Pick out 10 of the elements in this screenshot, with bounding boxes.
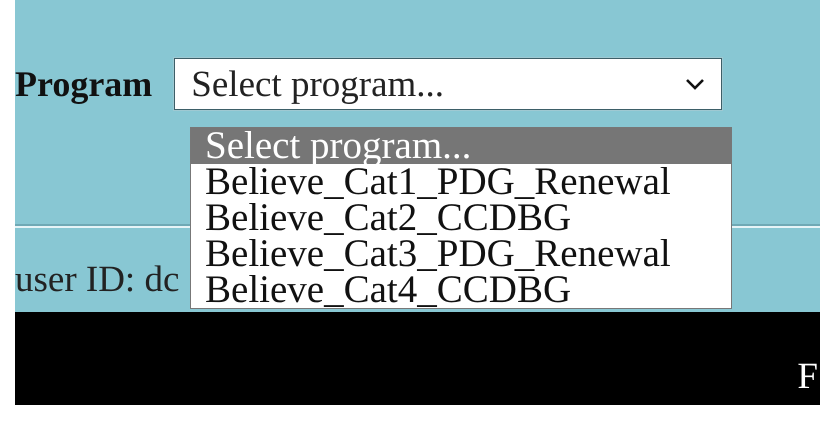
- dropdown-option[interactable]: Select program...: [191, 128, 731, 164]
- dropdown-option[interactable]: Believe_Cat4_CCDBG: [191, 272, 731, 308]
- chevron-icon: [685, 78, 706, 90]
- dropdown-option[interactable]: Believe_Cat1_PDG_Renewal: [191, 164, 731, 200]
- field-label: Program: [15, 63, 152, 105]
- user-id-text: user ID: dc: [15, 259, 180, 300]
- dropdown-option[interactable]: Believe_Cat3_PDG_Renewal: [191, 236, 731, 272]
- dropdown-option[interactable]: Believe_Cat2_CCDBG: [191, 200, 731, 236]
- nav-text: F: [797, 358, 818, 395]
- program-select[interactable]: Select program...: [174, 58, 722, 110]
